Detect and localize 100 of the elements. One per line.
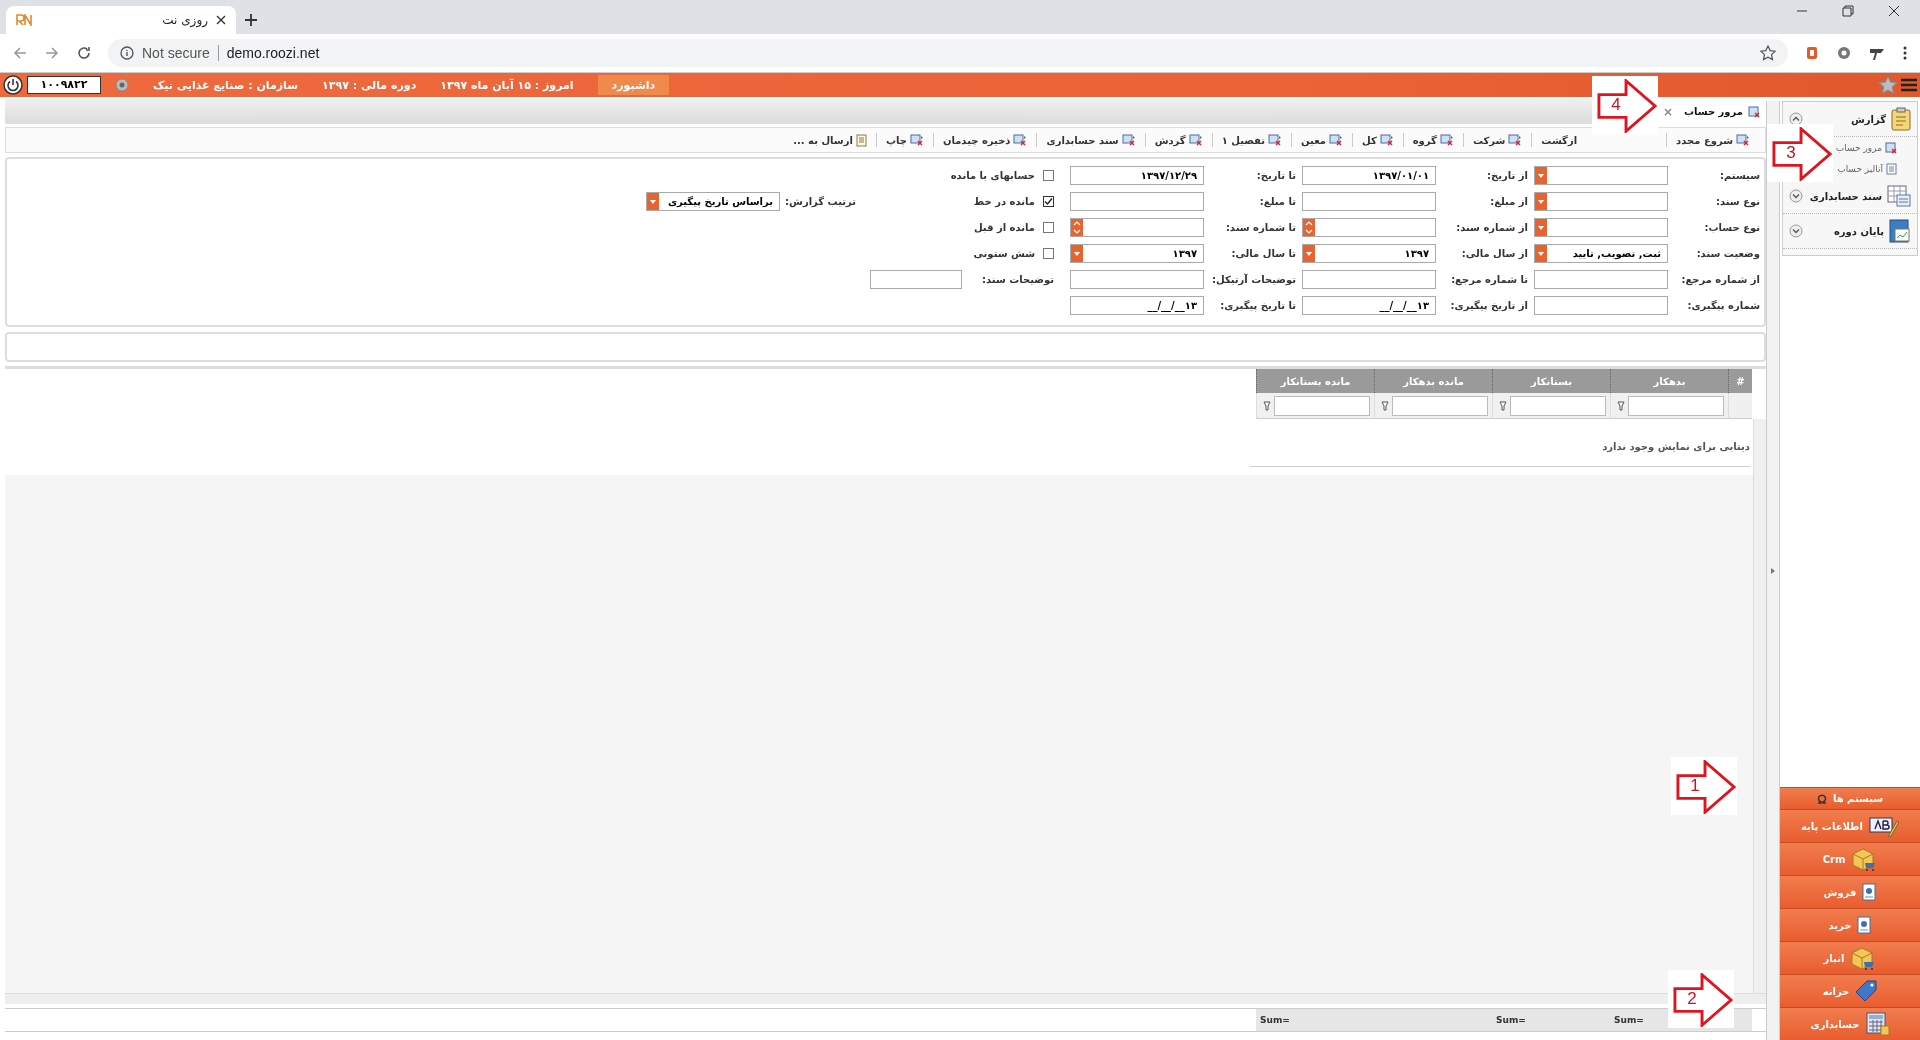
field-label: از شماره سند:: [1455, 222, 1528, 233]
toolbar-button[interactable]: گردش: [1145, 134, 1212, 146]
input-field[interactable]: [870, 270, 962, 289]
number-field[interactable]: [1070, 218, 1204, 237]
toolbar-button[interactable]: ازگشت: [1532, 134, 1587, 146]
checkbox-label: شش ستونی: [973, 248, 1035, 259]
new-tab-icon[interactable]: [244, 13, 258, 27]
number-field[interactable]: [1302, 218, 1436, 237]
field-label: شماره پیگیری:: [1686, 300, 1760, 311]
dropdown-field[interactable]: [1534, 166, 1668, 185]
checkbox[interactable]: [1043, 248, 1054, 259]
report-icon: [1121, 134, 1136, 146]
scrollbar[interactable]: [1753, 419, 1766, 993]
field-label: تا تاریخ:: [1255, 170, 1296, 181]
toolbar-button[interactable]: تفصیل ۱: [1212, 134, 1292, 146]
report-icon: [1736, 134, 1750, 146]
extension-icon[interactable]: [1836, 45, 1852, 61]
chevron-down-icon[interactable]: [1305, 229, 1313, 235]
tree-item[interactable]: مرور حساب: [1835, 142, 1897, 154]
input-field[interactable]: ۱۳۹۷/۰۱/۰۱: [1302, 166, 1436, 185]
security-label: Not secure: [142, 45, 210, 61]
report-icon: [1328, 134, 1343, 146]
dropdown-field[interactable]: ۱۳۹۷: [1070, 244, 1204, 263]
tab-close-button[interactable]: ×: [1662, 104, 1673, 119]
filter-icon[interactable]: [1617, 400, 1625, 411]
input-field[interactable]: ۱۳__/__/__: [1070, 296, 1204, 315]
book-icon: [1889, 219, 1911, 243]
chevron-up-icon[interactable]: [1073, 220, 1081, 226]
input-field[interactable]: ۱۳۹۷/۱۲/۲۹: [1070, 166, 1204, 185]
checkbox-label: مانده در خط: [973, 196, 1035, 207]
input-field[interactable]: ۱۳__/__/__: [1302, 296, 1436, 315]
back-icon[interactable]: [12, 45, 28, 61]
menu-dots-icon[interactable]: [1902, 45, 1908, 61]
close-icon[interactable]: [1888, 5, 1900, 17]
url-text: demo.roozi.net: [226, 45, 320, 61]
input-field[interactable]: [1302, 192, 1436, 211]
field-label: توضیحات آرتیکل:: [1210, 274, 1296, 285]
toolbar-button[interactable]: ارسال به ...: [784, 133, 876, 147]
tree-node[interactable]: سند حسابداری: [1809, 185, 1911, 207]
dropdown-field[interactable]: براساس تاریخ پیگیری: [646, 192, 780, 211]
collapse-arrow-icon[interactable]: [1771, 567, 1775, 574]
close-icon[interactable]: [216, 15, 226, 25]
empty-message: دیتایی برای نمایش وجود ندارد: [1250, 427, 1750, 467]
tree-node[interactable]: پایان دوره: [1833, 219, 1911, 243]
caret-icon: [1538, 173, 1544, 178]
field-label: از سال مالی:: [1460, 248, 1528, 259]
input-field[interactable]: [1534, 296, 1668, 315]
star-icon[interactable]: [1878, 75, 1898, 95]
tree-item[interactable]: آنالیز حساب: [1837, 163, 1897, 175]
checkbox[interactable]: [1043, 196, 1054, 207]
toolbar-button[interactable]: سند حسابداری: [1037, 134, 1145, 146]
toolbar-button[interactable]: کل: [1352, 134, 1403, 146]
checkbox[interactable]: [1043, 222, 1054, 233]
report-icon: [1885, 142, 1897, 154]
power-icon[interactable]: [3, 75, 23, 95]
input-field[interactable]: [1070, 192, 1204, 211]
filter-field[interactable]: [1392, 395, 1488, 416]
toolbar-button[interactable]: چاپ: [876, 134, 933, 146]
filter-icon[interactable]: [1381, 400, 1389, 411]
chevron-down-icon[interactable]: [1073, 229, 1081, 235]
input-field[interactable]: [1070, 270, 1204, 289]
callout-number: 4: [1611, 95, 1621, 115]
field-label: از تاریخ پیگیری:: [1449, 300, 1528, 311]
filter-icon[interactable]: [1263, 400, 1271, 411]
settings-icon[interactable]: [115, 78, 129, 92]
expand-icon[interactable]: [1789, 189, 1803, 203]
input-field[interactable]: [1302, 270, 1436, 289]
reload-icon[interactable]: [76, 45, 92, 61]
toolbar-button[interactable]: شروع مجدد: [1667, 134, 1759, 146]
restore-icon[interactable]: [1842, 5, 1854, 17]
checkbox[interactable]: [1043, 170, 1054, 181]
toolbar-button[interactable]: گروه: [1403, 134, 1463, 146]
filter-icon[interactable]: [1499, 400, 1507, 411]
bookmark-star-icon[interactable]: [1760, 45, 1776, 61]
filter-field[interactable]: [1628, 395, 1724, 416]
toolbar-button[interactable]: معین: [1292, 134, 1352, 146]
dropdown-field[interactable]: ۱۳۹۷: [1302, 244, 1436, 263]
address-bar[interactable]: Not secure demo.roozi.net: [108, 39, 1788, 67]
dropdown-field[interactable]: [1534, 218, 1668, 237]
forward-icon[interactable]: [44, 45, 60, 61]
scrollbar[interactable]: [5, 993, 1766, 1004]
caret-icon: [1306, 251, 1312, 256]
toolbar-button[interactable]: شرکت: [1463, 134, 1532, 146]
browser-tab[interactable]: روزی نت: [6, 6, 236, 34]
document-tab[interactable]: مرور حساب ×: [1656, 99, 1766, 124]
extension-icon[interactable]: [1804, 45, 1820, 61]
filter-field[interactable]: [1510, 395, 1606, 416]
input-field[interactable]: [1534, 270, 1668, 289]
tree-node[interactable]: گزارش: [1850, 107, 1911, 131]
dropdown-field[interactable]: [1534, 192, 1668, 211]
box-cart-icon: [1850, 946, 1877, 970]
filter-field[interactable]: [1274, 395, 1370, 416]
toolbar-button[interactable]: ذخیره چیدمان: [933, 134, 1037, 146]
menu-icon[interactable]: [1900, 77, 1918, 93]
expand-icon[interactable]: [1789, 224, 1803, 238]
chevron-up-icon[interactable]: [1305, 220, 1313, 226]
collapse-icon[interactable]: [1789, 112, 1803, 126]
dropdown-field[interactable]: ثبت, تصویب, تایید: [1534, 244, 1668, 263]
box-cart-icon: [1851, 847, 1878, 871]
report-icon: [1508, 134, 1523, 146]
